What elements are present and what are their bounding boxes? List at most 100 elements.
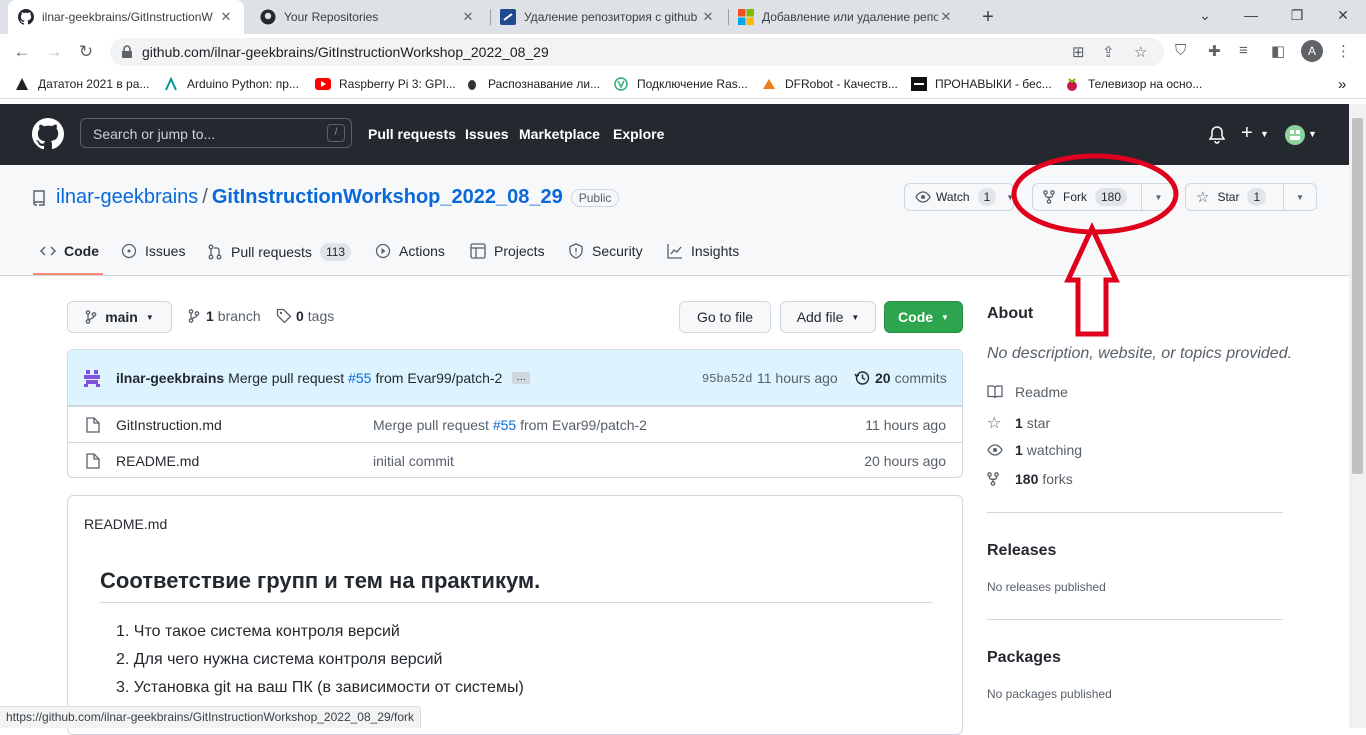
reload-icon[interactable]: ↻ [74, 40, 98, 64]
bookmark-item[interactable]: Телевизор на осно... [1064, 76, 1202, 92]
code-button[interactable]: Code ▼ [884, 301, 963, 333]
close-window-icon[interactable]: ✕ [1320, 0, 1366, 30]
new-tab-button[interactable]: + [976, 5, 1000, 29]
commit-author-link[interactable]: ilnar-geekbrains [116, 370, 224, 386]
scrollbar-thumb[interactable] [1352, 118, 1363, 474]
nav-pull-requests[interactable]: Pull requests [368, 126, 456, 142]
pull-request-icon [207, 244, 223, 260]
nav-issues[interactable]: Issues [465, 126, 509, 142]
watch-button[interactable]: Watch 1 ▼ [904, 183, 1014, 211]
nav-marketplace[interactable]: Marketplace [519, 126, 600, 142]
stars-link[interactable]: ☆ 1 star [987, 413, 1050, 433]
bookmark-item[interactable]: Дататон 2021 в ра... [14, 76, 149, 92]
bookmark-item[interactable]: Подключение Ras... [613, 76, 748, 92]
tab-pull-requests[interactable]: Pull requests 113 [207, 243, 352, 261]
github-search-input[interactable]: Search or jump to... / [80, 118, 352, 148]
back-arrow-icon[interactable]: ← [10, 40, 34, 64]
tab-actions[interactable]: Actions [375, 243, 445, 259]
releases-empty-text: No releases published [987, 580, 1106, 594]
branch-select-button[interactable]: main ▼ [67, 301, 172, 333]
file-name-link[interactable]: README.md [116, 453, 199, 469]
address-bar[interactable]: github.com/ilnar-geekbrains/GitInstructi… [110, 38, 1164, 66]
tab-issues[interactable]: Issues [121, 243, 185, 259]
expand-commit-button[interactable]: … [512, 372, 531, 384]
youtube-icon [315, 76, 331, 92]
share-icon[interactable]: ⇪ [1102, 43, 1115, 61]
close-tab-icon[interactable]: ✕ [938, 9, 954, 25]
visibility-badge: Public [570, 188, 620, 207]
create-new-plus-icon[interactable]: + [1241, 122, 1253, 145]
code-icon [40, 245, 56, 257]
commit-sha-link[interactable]: 95ba52d [702, 372, 752, 386]
minimize-icon[interactable]: — [1228, 0, 1274, 30]
translate-icon[interactable]: ⊞ [1072, 43, 1085, 61]
bookmark-item[interactable]: DFRobot - Качеств... [761, 76, 898, 92]
commits-history-link[interactable]: 20 commits [854, 370, 947, 386]
forward-arrow-icon[interactable]: → [42, 40, 66, 64]
watchers-link[interactable]: 1 watching [987, 442, 1082, 458]
tags-link[interactable]: 0 tags [276, 308, 334, 324]
close-tab-icon[interactable]: ✕ [218, 9, 234, 25]
close-tab-icon[interactable]: ✕ [700, 9, 716, 25]
shield-extension-icon[interactable]: ⛉ [1175, 42, 1186, 59]
bookmark-star-icon[interactable]: ☆ [1134, 43, 1147, 61]
chevron-down-icon: ▼ [851, 312, 860, 322]
releases-title[interactable]: Releases [987, 542, 1056, 560]
profile-avatar[interactable]: A [1301, 40, 1323, 62]
file-commit-message[interactable]: initial commit [373, 453, 454, 469]
browser-tab-bar: ilnar-geekbrains/GitInstructionW ✕ Your … [0, 0, 1366, 34]
star-button[interactable]: ☆ Star 1 [1185, 183, 1284, 211]
tab-search-icon[interactable]: ⌄ [1182, 0, 1228, 30]
close-tab-icon[interactable]: ✕ [460, 9, 476, 25]
bookmarks-overflow-icon[interactable]: » [1338, 76, 1346, 93]
repo-owner-link[interactable]: ilnar-geekbrains [56, 186, 198, 209]
tab-security[interactable]: Security [568, 243, 643, 259]
browser-tab-github-repo[interactable]: ilnar-geekbrains/GitInstructionW ✕ [8, 0, 244, 34]
arduino-icon [163, 76, 179, 92]
browser-menu-icon[interactable]: ⋮ [1336, 42, 1351, 60]
star-icon: ☆ [987, 415, 1002, 432]
forks-link[interactable]: 180 forks [987, 471, 1073, 487]
raspberry-icon [1064, 76, 1080, 92]
file-row[interactable]: GitInstruction.md Merge pull request #55… [68, 406, 962, 443]
tab-title: Удаление репозитория с github [524, 10, 698, 24]
branches-link[interactable]: 1 branch [188, 308, 261, 324]
star-dropdown-button[interactable]: ▼ [1283, 183, 1317, 211]
star-icon: ☆ [1196, 189, 1210, 206]
file-row[interactable]: README.md initial commit 20 hours ago [68, 442, 962, 479]
bookmark-item[interactable]: Raspberry Pi 3: GPI... [315, 76, 456, 92]
commit-pr-link[interactable]: #55 [348, 370, 371, 386]
bookmark-item[interactable]: Arduino Python: пр... [163, 76, 299, 92]
tab-insights[interactable]: Insights [667, 243, 739, 259]
vertical-scrollbar[interactable] [1349, 104, 1366, 728]
tab-projects[interactable]: Projects [470, 243, 545, 259]
browser-tab-delete-repo[interactable]: Удаление репозитория с github ✕ [490, 0, 726, 34]
browser-tab-your-repositories[interactable]: Your Repositories ✕ [250, 0, 486, 34]
user-avatar[interactable] [1285, 125, 1305, 145]
repo-name-link[interactable]: GitInstructionWorkshop_2022_08_29 [212, 186, 563, 209]
restore-icon[interactable]: ❐ [1274, 0, 1320, 30]
notifications-bell-icon[interactable] [1208, 126, 1226, 147]
tab-code[interactable]: Code [40, 243, 99, 259]
github-logo-icon[interactable] [32, 118, 64, 153]
commit-message-tail[interactable]: from Evar99/patch-2 [375, 370, 502, 386]
commit-message[interactable]: Merge pull request [228, 370, 344, 386]
bookmark-item[interactable]: Распознавание ли... [464, 76, 600, 92]
file-commit-message[interactable]: Merge pull request #55 from Evar99/patch… [373, 417, 647, 433]
author-avatar[interactable] [82, 368, 102, 388]
chevron-down-icon: ▼ [1308, 129, 1317, 139]
nav-explore[interactable]: Explore [613, 126, 664, 142]
browser-tab-add-remove-repo[interactable]: Добавление или удаление репо ✕ [728, 0, 964, 34]
reading-list-icon[interactable]: ≡ [1239, 42, 1248, 59]
graph-icon [667, 243, 683, 259]
file-commit-pr-link[interactable]: #55 [493, 417, 516, 433]
go-to-file-button[interactable]: Go to file [679, 301, 771, 333]
extensions-puzzle-icon[interactable]: ✚ [1208, 42, 1221, 60]
packages-title[interactable]: Packages [987, 649, 1061, 667]
file-name-link[interactable]: GitInstruction.md [116, 417, 222, 433]
add-file-button[interactable]: Add file ▼ [780, 301, 876, 333]
side-panel-icon[interactable]: ◧ [1271, 42, 1285, 60]
readme-link[interactable]: Readme [987, 384, 1068, 400]
bookmark-item[interactable]: ПРОНАВЫКИ - бес... [911, 76, 1052, 92]
breadcrumb-separator: / [202, 186, 208, 208]
